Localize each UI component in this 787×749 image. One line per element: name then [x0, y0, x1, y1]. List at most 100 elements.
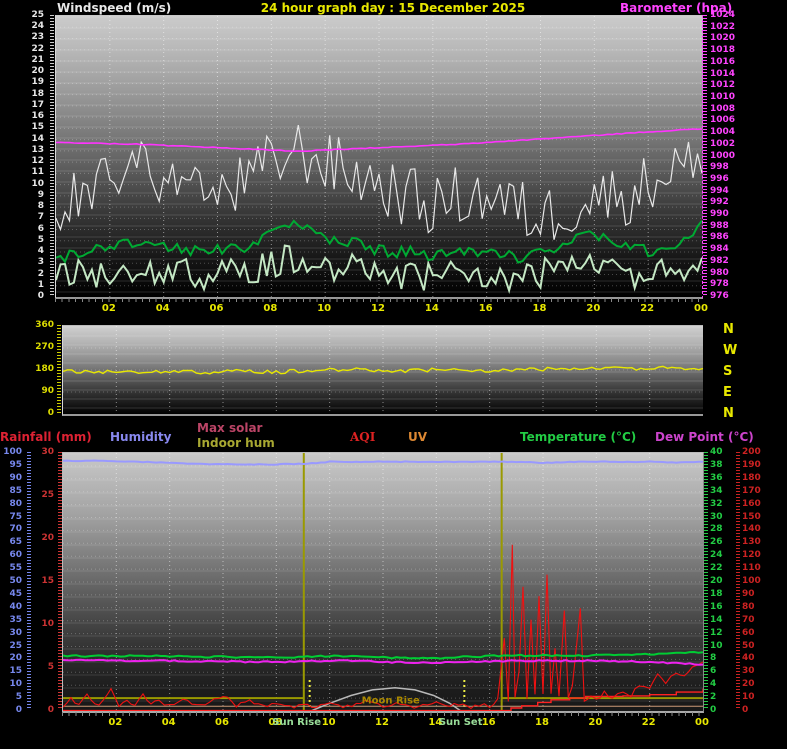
axis-tick-label: 988 — [710, 220, 729, 231]
time-label: 10 — [321, 717, 336, 728]
axis-tick-label: 110 — [742, 563, 761, 574]
axis-tick-label: 0 — [15, 705, 22, 715]
temperature-label: Temperature (°C) — [520, 430, 637, 444]
axis-tick-label: 2 — [37, 268, 44, 279]
axis-tick-label: 5 — [37, 234, 44, 245]
time-label: 18 — [532, 303, 547, 314]
axis-tick-label: 986 — [710, 232, 729, 243]
axis-tick-label: 992 — [710, 197, 729, 208]
series-humidity — [63, 459, 703, 466]
axis-tick-label: 1020 — [710, 33, 736, 44]
axis-tick-label: 11 — [31, 167, 44, 178]
axis-tick-label: 70 — [9, 524, 22, 535]
axis-tick-label: 20 — [31, 66, 44, 77]
axis-tick-label: 200 — [742, 447, 761, 457]
windspeed-axis-ticks — [50, 15, 54, 296]
axis-tick-label: 55 — [9, 563, 22, 574]
axis-tick-label: 90 — [41, 386, 54, 396]
axis-tick-label: 50 — [742, 640, 755, 651]
axis-tick-label: 10 — [742, 692, 755, 703]
aqi-label: AQI — [350, 430, 376, 444]
axis-tick-label: 20 — [9, 653, 22, 664]
axis-tick-label: 978 — [710, 279, 729, 290]
axis-tick-label: 1016 — [710, 56, 736, 67]
axis-tick-label: 18 — [31, 88, 44, 99]
time-label: 02 — [101, 303, 116, 314]
axis-tick-label: 5 — [15, 692, 22, 703]
bottom-time-axis-ticks — [62, 712, 702, 716]
humidity-axis-labels: 100 95 90 85 80 75 70 65 60 55 50 45 40 35 30 25 20 15 10 5… — [0, 448, 24, 715]
axis-tick-label: 40 — [742, 653, 755, 664]
axis-tick-label: 1022 — [710, 21, 736, 32]
annotation-moon-rise: Moon Rise — [362, 695, 420, 706]
axis-tick-label: 36 — [710, 472, 723, 483]
compass-letter-e-3: E — [723, 385, 732, 400]
axis-tick-label: 0 — [37, 291, 44, 301]
axis-tick-label: 20 — [742, 679, 755, 690]
uv-label: UV — [408, 430, 428, 444]
indoor-hum-label: Indoor hum — [197, 436, 275, 450]
axis-tick-label: 16 — [710, 601, 723, 612]
axis-tick-label: 13 — [31, 144, 44, 155]
axis-tick-label: 982 — [710, 255, 729, 266]
time-label: 02 — [108, 717, 123, 728]
axis-tick-label: 60 — [9, 550, 22, 561]
time-label: 12 — [371, 303, 385, 314]
series-temperature — [63, 650, 703, 660]
axis-tick-label: 50 — [9, 576, 22, 586]
axis-tick-label: 90 — [9, 472, 22, 483]
axis-tick-label: 22 — [31, 43, 44, 54]
axis-tick-label: 180 — [35, 364, 54, 374]
wind-direction-axis-ticks — [57, 325, 61, 413]
axis-tick-label: 22 — [710, 563, 723, 574]
time-label: 06 — [209, 303, 224, 314]
time-label: 14 — [424, 303, 439, 314]
barometer-axis-ticks — [703, 15, 707, 296]
axis-tick-label: 996 — [710, 173, 729, 184]
axis-tick-label: 100 — [742, 576, 761, 586]
time-label: 00 — [694, 303, 708, 314]
axis-tick-label: 28 — [710, 524, 723, 535]
axis-tick-label: 120 — [742, 550, 761, 561]
wind-direction-chart — [62, 325, 703, 416]
axis-tick-label: 1008 — [710, 103, 736, 114]
axis-tick-label: 10 — [41, 619, 54, 629]
dew-point-label: Dew Point (°C) — [655, 430, 754, 444]
barometer-axis-labels: 1024 1022 1020 1018 1016 1014 1012 1010 1008 1006… — [710, 11, 744, 301]
axis-tick-label: 1024 — [710, 10, 736, 20]
axis-tick-label: 25 — [9, 640, 22, 651]
axis-tick-label: 35 — [9, 614, 22, 625]
axis-tick-label: 984 — [710, 244, 729, 255]
axis-tick-label: 38 — [710, 459, 723, 470]
axis-tick-label: 15 — [31, 122, 44, 133]
axis-tick-label: 25 — [31, 10, 44, 20]
axis-tick-label: 21 — [31, 54, 44, 65]
rainfall-label: Rainfall (mm) — [0, 430, 92, 444]
axis-tick-label: 12 — [710, 627, 723, 638]
wind-direction-axis-labels: 360 270 180 90 0 — [8, 321, 56, 418]
series-dew-point — [63, 658, 703, 666]
axis-tick-label: 75 — [9, 511, 22, 522]
axis-tick-label: 90 — [742, 588, 755, 599]
axis-tick-label: 5 — [47, 662, 54, 672]
compass-letter-n-4: N — [723, 406, 734, 421]
axis-tick-label: 40 — [9, 601, 22, 612]
axis-tick-label: 16 — [31, 111, 44, 122]
axis-tick-label: 14 — [710, 614, 723, 625]
compass-letter-n-0: N — [723, 322, 734, 337]
time-label: 22 — [640, 303, 655, 314]
axis-tick-label: 190 — [742, 459, 761, 470]
weather-dashboard: Windspeed (m/s) 24 hour graph day : 15 D… — [0, 0, 787, 749]
axis-tick-label: 150 — [742, 511, 761, 522]
axis-tick-label: 130 — [742, 537, 761, 548]
axis-tick-label: 100 — [3, 447, 22, 457]
max-solar-label: Max solar — [197, 421, 263, 435]
graph-date-title: 24 hour graph day : 15 December 2025 — [260, 1, 526, 15]
axis-tick-label: 1 — [37, 279, 44, 290]
axis-tick-label: 8 — [37, 201, 44, 212]
axis-tick-label: 30 — [9, 627, 22, 638]
axis-tick-label: 9 — [37, 189, 44, 200]
axis-tick-label: 1010 — [710, 91, 736, 102]
time-label: 20 — [586, 303, 601, 314]
axis-tick-label: 30 — [710, 511, 723, 522]
